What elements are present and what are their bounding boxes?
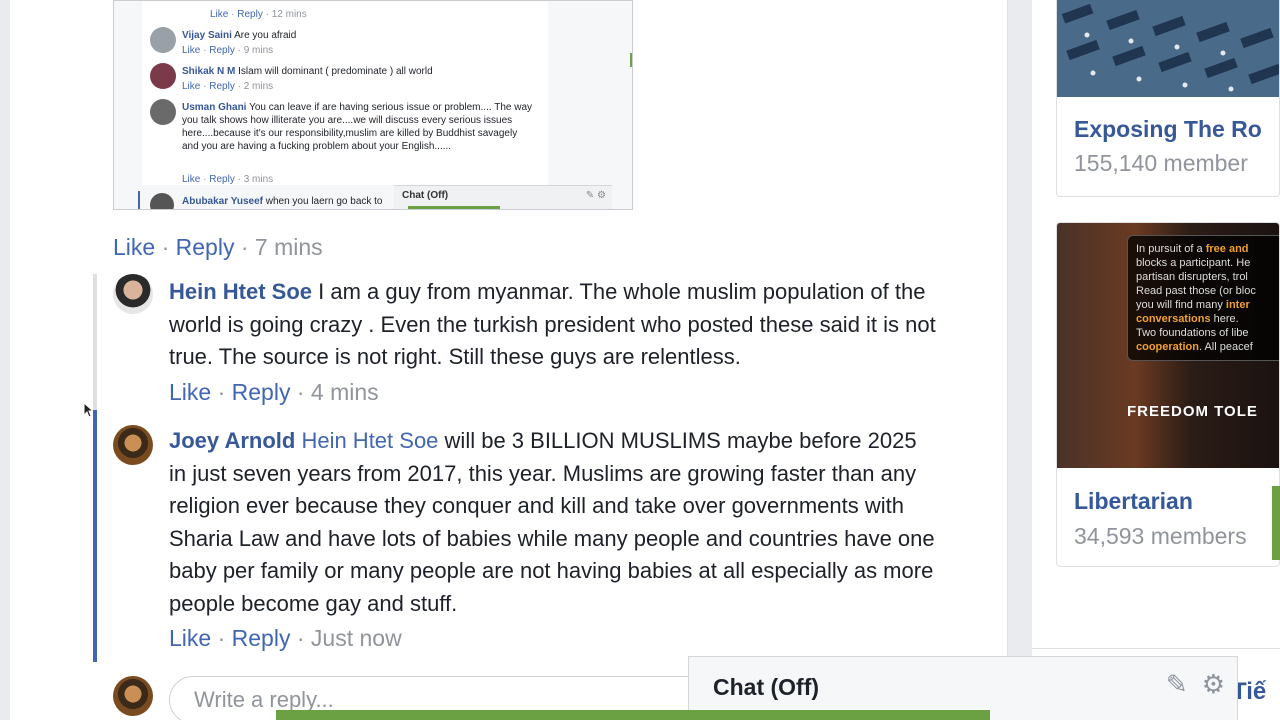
avatar [150,63,176,89]
like-link[interactable]: Like [169,379,211,405]
like-link[interactable]: Like [169,625,211,651]
gear-icon: ✎ ⚙ [585,190,606,201]
embedded-comments-panel: Like · Reply · 12 mins Vijay Saini Are y… [142,1,548,185]
scrollbar-thumb[interactable] [1272,486,1280,560]
reply-link[interactable]: Reply [232,625,291,651]
gear-icon[interactable]: ⚙ [1202,669,1225,699]
group-card[interactable]: Exposing The Ro 155,140 member [1056,0,1280,197]
reply-link[interactable]: Reply [176,234,235,260]
timestamp[interactable]: Just now [311,625,402,651]
thread-line-active [93,410,97,662]
comment-author[interactable]: Hein Htet Soe [169,279,312,304]
embedded-comment: Shikak N M Islam will dominant ( predomi… [182,66,433,77]
timestamp[interactable]: 7 mins [255,234,323,260]
avatar[interactable] [113,425,153,465]
comment-actions: Like · Reply · Just now [169,625,402,651]
embedded-meta-row: Like · Reply · 12 mins [210,9,307,20]
group-title[interactable]: Libertarian [1074,488,1193,515]
embedded-screenshot[interactable]: Like · Reply · 12 mins Vijay Saini Are y… [113,0,633,210]
thread-line [93,274,97,410]
chat-icons: ✎ ⚙ [1152,669,1225,700]
parent-comment-actions: Like · Reply · 7 mins [113,234,323,260]
chat-title[interactable]: Chat (Off) [713,674,819,701]
compose-icon[interactable]: ✎ [1166,669,1188,699]
reply-link[interactable]: Reply [232,379,291,405]
group-card[interactable]: In pursuit of a free and blocks a partic… [1056,222,1280,567]
embedded-meta-row: Like · Reply · 2 mins [182,81,274,92]
embedded-comment: Usman Ghani You can leave if are having … [182,102,533,152]
comment-text: will be 3 BILLION MUSLIMS maybe before 2… [169,428,935,616]
embedded-comment: Vijay Saini Are you afraid [182,30,297,41]
comment-mention[interactable]: Hein Htet Soe [301,428,438,453]
group-members: 155,140 member [1074,150,1248,176]
embedded-comment: Abubakar Yuseef when you laern go back t… [182,196,383,207]
promo-text: In pursuit of a free and blocks a partic… [1127,235,1279,361]
comment-actions: Like · Reply · 4 mins [169,379,379,405]
embedded-meta-row: Like · Reply · 3 mins [182,174,274,185]
video-progress-bar [276,710,990,720]
embedded-meta-row: Like · Reply · 9 mins [182,45,274,56]
group-cover-image: In pursuit of a free and blocks a partic… [1057,223,1279,468]
group-members: 34,593 members [1074,523,1247,549]
avatar [150,27,176,53]
embedded-thread-line [138,191,140,209]
promo-banner: FREEDOM TOLE [1127,403,1258,420]
embedded-scroll-thumb [630,53,632,67]
like-link[interactable]: Like [113,234,155,260]
avatar [113,676,153,716]
avatar[interactable] [113,274,153,314]
embedded-progress-bar [408,206,500,209]
mouse-cursor-icon [83,402,93,418]
embedded-chat-bar: Chat (Off) ✎ ⚙ [394,185,612,209]
comment-body: Hein Htet Soe I am a guy from myanmar. T… [169,276,949,374]
avatar [150,99,176,125]
group-cover-image [1057,0,1279,97]
avatar [150,193,174,209]
comment-body: Joey Arnold Hein Htet Soe will be 3 BILL… [169,425,939,620]
group-title[interactable]: Exposing The Ro [1074,116,1262,143]
timestamp[interactable]: 4 mins [311,379,379,405]
comment-author[interactable]: Joey Arnold [169,428,295,453]
